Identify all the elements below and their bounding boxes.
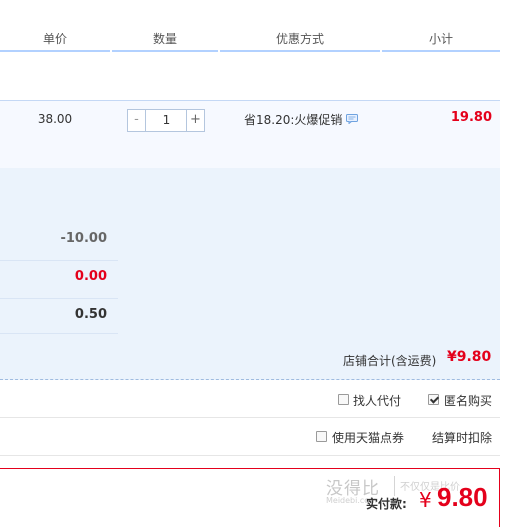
option-divider <box>0 455 500 456</box>
tmall-points-checkbox[interactable] <box>316 431 327 442</box>
anonymous-purchase-label[interactable]: 匿名购买 <box>444 392 492 409</box>
quantity-stepper[interactable]: - + <box>127 109 205 132</box>
quantity-increase-button[interactable]: + <box>186 110 204 131</box>
quantity-decrease-button[interactable]: - <box>128 110 146 131</box>
find-payer-checkbox[interactable] <box>338 394 349 405</box>
item-subtotal: 19.80 <box>450 110 492 125</box>
header-unit-price: 单价 <box>0 28 110 52</box>
summary-divider <box>0 298 118 299</box>
option-divider <box>0 417 500 418</box>
watermark-divider <box>394 476 395 496</box>
summary-value: 0.00 <box>74 269 107 284</box>
item-unit-price: 38.00 <box>37 112 73 126</box>
comment-bubble-icon[interactable] <box>346 113 358 125</box>
anonymous-purchase-checkbox[interactable] <box>428 394 439 405</box>
shop-total-value: ¥9.80 <box>447 349 492 365</box>
actual-payment-amount: 9.80 <box>437 482 488 512</box>
tmall-points-label[interactable]: 使用天猫点券 <box>332 429 404 446</box>
promotion-text: 省18.20:火爆促销 <box>244 113 343 127</box>
deduct-at-checkout-note: 结算时扣除 <box>432 431 493 445</box>
quantity-input[interactable] <box>147 110 186 131</box>
payment-currency-symbol: ¥ <box>419 488 432 512</box>
find-payer-label[interactable]: 找人代付 <box>353 392 401 409</box>
header-promotion: 优惠方式 <box>220 28 380 52</box>
summary-divider <box>0 333 118 334</box>
cart-table-header: 单价 数量 优惠方式 小计 <box>0 28 500 52</box>
header-quantity: 数量 <box>112 28 218 52</box>
actual-payment-label: 实付款: <box>366 497 407 511</box>
header-subtotal: 小计 <box>382 28 500 52</box>
summary-divider <box>0 260 118 261</box>
shop-total-label: 店铺合计(含运费) <box>343 354 437 368</box>
summary-discount-value: -10.00 <box>60 231 107 246</box>
summary-shipping-value: 0.50 <box>74 307 107 322</box>
